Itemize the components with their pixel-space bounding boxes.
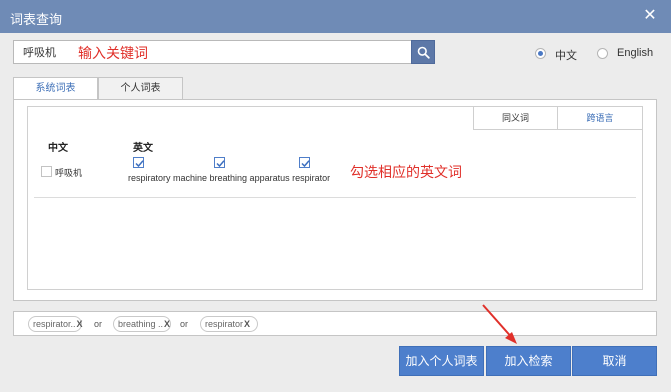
checkbox-respiratory-machine[interactable] <box>133 157 144 168</box>
tab-personal-vocab[interactable]: 个人词表 <box>98 77 183 100</box>
or-connector: or <box>94 319 103 329</box>
vocab-panel: 同义词 跨语言 中文 英文 呼吸机 respiratory machine br… <box>13 99 657 301</box>
checkbox-respirator[interactable] <box>299 157 310 168</box>
radio-chinese[interactable] <box>535 48 546 59</box>
chinese-term: 呼吸机 <box>55 168 83 178</box>
chip-label: respirator.. <box>33 319 76 329</box>
check-icon <box>301 160 310 168</box>
radio-chinese-label[interactable]: 中文 <box>555 47 577 63</box>
cancel-button[interactable]: 取消 <box>572 346 657 376</box>
chip-respirator-2: respiratorX <box>200 316 258 332</box>
column-header-english: 英文 <box>133 143 153 154</box>
add-personal-vocab-button[interactable]: 加入个人词表 <box>399 346 484 376</box>
chip-label: respirator <box>205 319 244 329</box>
add-to-search-button[interactable]: 加入检索 <box>486 346 571 376</box>
check-icon <box>216 160 225 168</box>
search-input[interactable] <box>14 41 412 63</box>
search-icon <box>417 46 430 59</box>
chip-remove-button[interactable]: X <box>164 319 170 329</box>
select-annotation: 勾选相应的英文词 <box>350 164 462 180</box>
window-title: 词表查询 <box>10 12 63 27</box>
radio-english[interactable] <box>597 48 608 59</box>
chip-remove-button[interactable]: X <box>244 319 250 329</box>
check-icon <box>135 160 144 168</box>
chip-label: breathing .. <box>118 319 164 329</box>
column-header-chinese: 中文 <box>48 143 68 154</box>
or-connector: or <box>180 319 189 329</box>
subtab-cross-language[interactable]: 跨语言 <box>557 106 643 130</box>
row-divider <box>34 197 636 198</box>
results-box: 同义词 跨语言 中文 英文 呼吸机 respiratory machine br… <box>27 106 643 290</box>
checkbox-breathing-apparatus[interactable] <box>214 157 225 168</box>
english-terms: respiratory machine breathing apparatus … <box>128 173 331 183</box>
tab-system-vocab[interactable]: 系统词表 <box>13 77 98 101</box>
search-box <box>13 40 435 64</box>
close-icon[interactable]: ✕ <box>641 7 659 25</box>
chip-breathing: breathing ..X <box>113 316 171 332</box>
checkbox-chinese-term[interactable] <box>41 166 52 177</box>
search-button[interactable] <box>411 40 435 64</box>
chip-remove-button[interactable]: X <box>77 319 83 329</box>
title-bar: 词表查询 ✕ <box>0 0 671 33</box>
search-annotation: 输入关键词 <box>78 45 148 61</box>
chip-respirator-1: respirator..X <box>28 316 83 332</box>
selected-terms-bar: respirator..X or breathing ..X or respir… <box>13 311 657 336</box>
subtab-synonyms[interactable]: 同义词 <box>473 106 558 130</box>
radio-english-label[interactable]: English <box>617 47 653 59</box>
